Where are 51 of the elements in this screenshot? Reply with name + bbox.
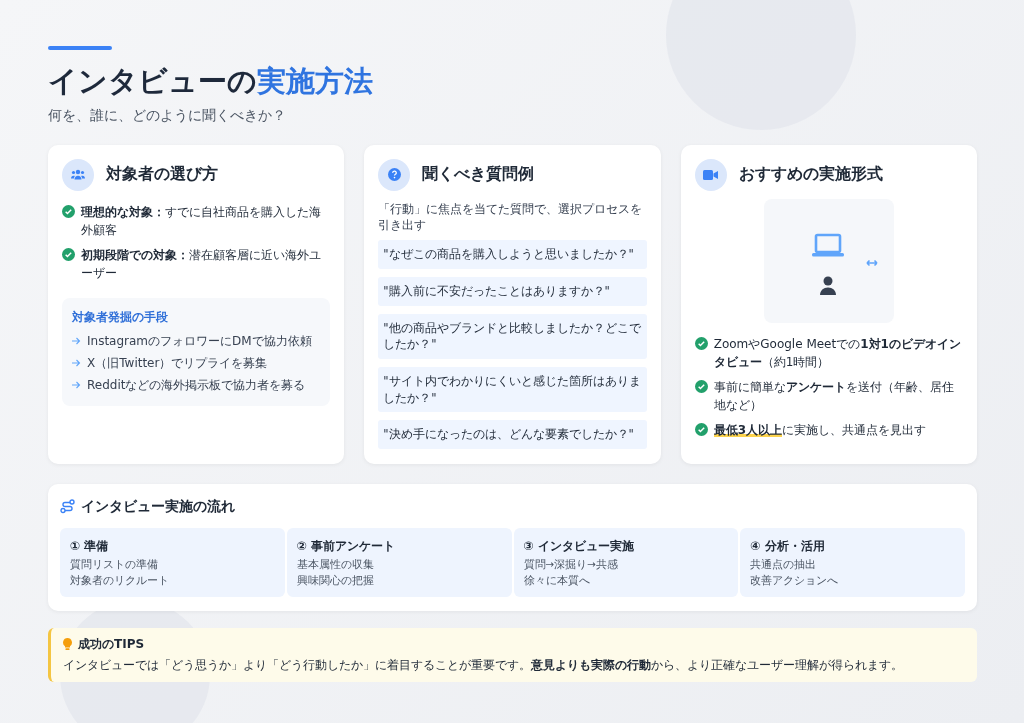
card-title: おすすめの実施形式 — [738, 164, 883, 186]
question-example: "他の商品やブランドと比較しましたか？どこでしたか？" — [378, 313, 647, 359]
criteria-text: ZoomやGoogle Meetでの1対1のビデオインタビュー（約1時間） — [713, 335, 962, 371]
users-icon — [71, 169, 85, 181]
page-title: インタビューの実施方法 — [48, 64, 374, 99]
step-title: ④ 分析・活用 — [750, 537, 826, 555]
card-title: 対象者の選び方 — [106, 164, 218, 186]
step-text: 質問→深掘り→共感 — [523, 557, 620, 572]
flow-title: インタビュー実施の流れ — [81, 497, 235, 516]
check-icon — [694, 336, 708, 350]
route-icon — [60, 499, 75, 515]
methods-title: 対象者発掘の手段 — [72, 309, 169, 325]
arrow-icon — [72, 359, 81, 368]
method-text: Redditなどの海外掲示板で協力者を募る — [87, 376, 306, 394]
double-arrow-icon — [866, 259, 878, 267]
step-text: 対象者のリクルート — [70, 573, 170, 588]
person-icon — [819, 276, 836, 295]
check-icon — [62, 204, 75, 218]
tips-title: 成功のTIPS — [78, 635, 145, 653]
arrow-icon — [72, 381, 81, 390]
criteria-text: 事前に簡単なアンケートを送付（年齢、居住地など） — [713, 378, 955, 414]
page-subtitle: 何を、誰に、どのように聞くべきか？ — [48, 106, 287, 125]
questions-note: 「行動」に焦点を当てた質問で、選択プロセスを引き出す — [378, 200, 644, 234]
step-text: 質問リストの準備 — [70, 557, 159, 572]
question-example: "決め手になったのは、どんな要素でしたか？" — [378, 420, 647, 449]
step-title: ② 事前アンケート — [296, 537, 397, 555]
video-camera-icon — [703, 169, 719, 180]
question-icon — [387, 168, 401, 182]
question-example: "購入前に不安だったことはありますか？" — [378, 276, 647, 306]
check-icon — [62, 247, 75, 261]
step-title: ① 準備 — [70, 537, 110, 555]
question-example: "サイト内でわかりにくいと感じた箇所はありましたか？" — [378, 366, 647, 413]
step-text: 改善アクションへ — [750, 573, 840, 588]
step-text: 基本属性の収集 — [296, 557, 375, 572]
criteria-text: 初期段階での対象：潜在顧客層に近い海外ユーザー — [81, 246, 322, 282]
step-text: 共通点の抽出 — [750, 557, 818, 572]
criteria-text: 理想的な対象：すでに自社商品を購入した海外顧客 — [81, 203, 322, 239]
card-title: 聞くべき質問例 — [422, 164, 535, 186]
method-text: InstagramのフォロワーにDMで協力依頼 — [87, 332, 312, 350]
lightbulb-icon — [63, 638, 72, 651]
step-text: 興味関心の把握 — [296, 573, 375, 588]
arrow-icon — [72, 337, 81, 346]
check-icon — [694, 379, 708, 393]
criteria-text: 最低3人以上に実施し、共通点を見出す — [713, 421, 926, 439]
check-icon — [694, 422, 708, 436]
laptop-icon — [811, 233, 844, 257]
step-title: ③ インタビュー実施 — [523, 537, 635, 555]
step-text: 徐々に本質へ — [523, 573, 591, 588]
question-example: "なぜこの商品を購入しようと思いましたか？" — [378, 240, 647, 269]
method-text: X（旧Twitter）でリプライを募集 — [87, 354, 268, 372]
tips-text: インタビューでは「どう思うか」より「どう行動したか」に着目することが重要です。意見よりも実際の行動から、より正確なユーザー理解が得られます。 — [63, 656, 904, 674]
